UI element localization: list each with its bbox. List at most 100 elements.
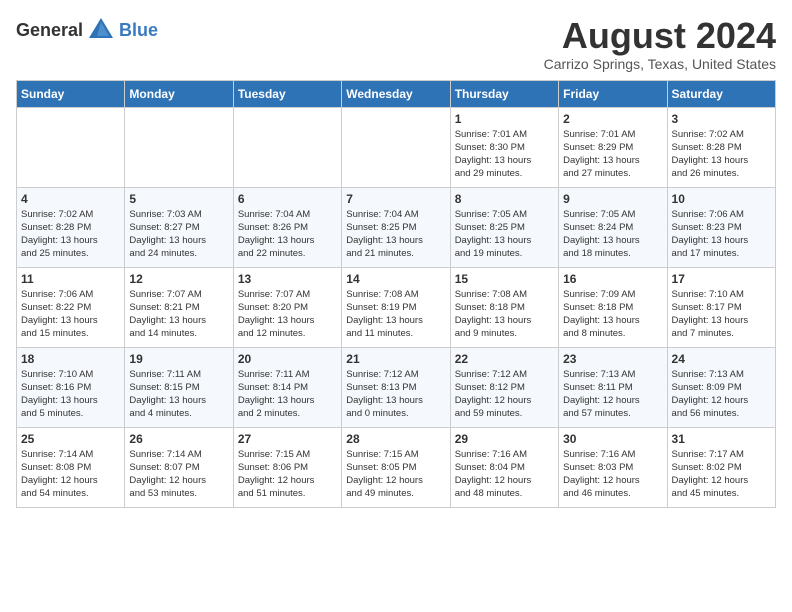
day-number: 12 bbox=[129, 272, 228, 286]
calendar-cell: 18Sunrise: 7:10 AM Sunset: 8:16 PM Dayli… bbox=[17, 347, 125, 427]
calendar-cell: 17 Sunrise: 7:10 AM Sunset: 8:17 PM Dayli… bbox=[667, 267, 775, 347]
calendar-cell: 7 Sunrise: 7:04 AM Sunset: 8:25 PM Daylig… bbox=[342, 187, 450, 267]
header-day: Sunday bbox=[17, 80, 125, 107]
day-number: 13 bbox=[238, 272, 337, 286]
header-day: Friday bbox=[559, 80, 667, 107]
calendar-cell: 1Sunrise: 7:01 AM Sunset: 8:30 PM Daylig… bbox=[450, 107, 558, 187]
day-number: 28 bbox=[346, 432, 445, 446]
day-info: Sunrise: 7:16 AM Sunset: 8:03 PM Dayligh… bbox=[563, 448, 662, 501]
calendar-cell: 14 Sunrise: 7:08 AM Sunset: 8:19 PM Dayli… bbox=[342, 267, 450, 347]
day-info: Sunrise: 7:04 AM Sunset: 8:25 PM Dayligh… bbox=[346, 208, 445, 261]
day-info: Sunrise: 7:05 AM Sunset: 8:25 PM Dayligh… bbox=[455, 208, 554, 261]
calendar-cell: 30 Sunrise: 7:16 AM Sunset: 8:03 PM Dayli… bbox=[559, 427, 667, 507]
day-number: 18 bbox=[21, 352, 120, 366]
calendar-cell: 16Sunrise: 7:09 AM Sunset: 8:18 PM Dayli… bbox=[559, 267, 667, 347]
header-day: Monday bbox=[125, 80, 233, 107]
calendar-table: SundayMondayTuesdayWednesdayThursdayFrid… bbox=[16, 80, 776, 508]
calendar-cell: 23Sunrise: 7:13 AM Sunset: 8:11 PM Dayli… bbox=[559, 347, 667, 427]
calendar-row: 4Sunrise: 7:02 AM Sunset: 8:28 PM Daylig… bbox=[17, 187, 776, 267]
calendar-cell: 27Sunrise: 7:15 AM Sunset: 8:06 PM Dayli… bbox=[233, 427, 341, 507]
day-info: Sunrise: 7:12 AM Sunset: 8:13 PM Dayligh… bbox=[346, 368, 445, 421]
day-info: Sunrise: 7:07 AM Sunset: 8:20 PM Dayligh… bbox=[238, 288, 337, 341]
header-day: Tuesday bbox=[233, 80, 341, 107]
page-title: August 2024 bbox=[544, 16, 776, 56]
day-number: 2 bbox=[563, 112, 662, 126]
header-day: Wednesday bbox=[342, 80, 450, 107]
calendar-cell: 15 Sunrise: 7:08 AM Sunset: 8:18 PM Dayli… bbox=[450, 267, 558, 347]
day-info: Sunrise: 7:12 AM Sunset: 8:12 PM Dayligh… bbox=[455, 368, 554, 421]
calendar-cell bbox=[125, 107, 233, 187]
day-info: Sunrise: 7:01 AM Sunset: 8:29 PM Dayligh… bbox=[563, 128, 662, 181]
header-row: SundayMondayTuesdayWednesdayThursdayFrid… bbox=[17, 80, 776, 107]
calendar-cell bbox=[233, 107, 341, 187]
day-info: Sunrise: 7:02 AM Sunset: 8:28 PM Dayligh… bbox=[672, 128, 771, 181]
logo-blue-text: Blue bbox=[119, 20, 158, 41]
day-info: Sunrise: 7:01 AM Sunset: 8:30 PM Dayligh… bbox=[455, 128, 554, 181]
day-info: Sunrise: 7:04 AM Sunset: 8:26 PM Dayligh… bbox=[238, 208, 337, 261]
calendar-cell: 4Sunrise: 7:02 AM Sunset: 8:28 PM Daylig… bbox=[17, 187, 125, 267]
calendar-cell: 28 Sunrise: 7:15 AM Sunset: 8:05 PM Dayli… bbox=[342, 427, 450, 507]
day-number: 26 bbox=[129, 432, 228, 446]
day-info: Sunrise: 7:15 AM Sunset: 8:05 PM Dayligh… bbox=[346, 448, 445, 501]
calendar-cell: 13 Sunrise: 7:07 AM Sunset: 8:20 PM Dayli… bbox=[233, 267, 341, 347]
day-info: Sunrise: 7:14 AM Sunset: 8:08 PM Dayligh… bbox=[21, 448, 120, 501]
calendar-row: 11 Sunrise: 7:06 AM Sunset: 8:22 PM Dayli… bbox=[17, 267, 776, 347]
day-info: Sunrise: 7:03 AM Sunset: 8:27 PM Dayligh… bbox=[129, 208, 228, 261]
day-number: 10 bbox=[672, 192, 771, 206]
day-number: 5 bbox=[129, 192, 228, 206]
day-info: Sunrise: 7:10 AM Sunset: 8:17 PM Dayligh… bbox=[672, 288, 771, 341]
day-info: Sunrise: 7:05 AM Sunset: 8:24 PM Dayligh… bbox=[563, 208, 662, 261]
day-number: 24 bbox=[672, 352, 771, 366]
calendar-cell: 29Sunrise: 7:16 AM Sunset: 8:04 PM Dayli… bbox=[450, 427, 558, 507]
calendar-header: SundayMondayTuesdayWednesdayThursdayFrid… bbox=[17, 80, 776, 107]
day-info: Sunrise: 7:08 AM Sunset: 8:19 PM Dayligh… bbox=[346, 288, 445, 341]
day-number: 7 bbox=[346, 192, 445, 206]
header: General Blue August 2024 Carrizo Springs… bbox=[16, 16, 776, 72]
day-info: Sunrise: 7:17 AM Sunset: 8:02 PM Dayligh… bbox=[672, 448, 771, 501]
calendar-cell bbox=[17, 107, 125, 187]
header-day: Thursday bbox=[450, 80, 558, 107]
day-number: 25 bbox=[21, 432, 120, 446]
logo-icon bbox=[87, 16, 115, 44]
calendar-cell: 5 Sunrise: 7:03 AM Sunset: 8:27 PM Daylig… bbox=[125, 187, 233, 267]
calendar-cell: 11 Sunrise: 7:06 AM Sunset: 8:22 PM Dayli… bbox=[17, 267, 125, 347]
day-number: 17 bbox=[672, 272, 771, 286]
day-number: 16 bbox=[563, 272, 662, 286]
day-number: 21 bbox=[346, 352, 445, 366]
day-number: 27 bbox=[238, 432, 337, 446]
day-number: 15 bbox=[455, 272, 554, 286]
title-area: August 2024 Carrizo Springs, Texas, Unit… bbox=[544, 16, 776, 72]
day-number: 31 bbox=[672, 432, 771, 446]
day-info: Sunrise: 7:06 AM Sunset: 8:22 PM Dayligh… bbox=[21, 288, 120, 341]
calendar-cell: 3Sunrise: 7:02 AM Sunset: 8:28 PM Daylig… bbox=[667, 107, 775, 187]
day-number: 6 bbox=[238, 192, 337, 206]
calendar-cell: 31 Sunrise: 7:17 AM Sunset: 8:02 PM Dayli… bbox=[667, 427, 775, 507]
day-info: Sunrise: 7:02 AM Sunset: 8:28 PM Dayligh… bbox=[21, 208, 120, 261]
calendar-cell: 20 Sunrise: 7:11 AM Sunset: 8:14 PM Dayli… bbox=[233, 347, 341, 427]
day-info: Sunrise: 7:13 AM Sunset: 8:11 PM Dayligh… bbox=[563, 368, 662, 421]
day-info: Sunrise: 7:14 AM Sunset: 8:07 PM Dayligh… bbox=[129, 448, 228, 501]
day-info: Sunrise: 7:11 AM Sunset: 8:15 PM Dayligh… bbox=[129, 368, 228, 421]
calendar-row: 25 Sunrise: 7:14 AM Sunset: 8:08 PM Dayli… bbox=[17, 427, 776, 507]
day-number: 22 bbox=[455, 352, 554, 366]
day-number: 14 bbox=[346, 272, 445, 286]
calendar-row: 1Sunrise: 7:01 AM Sunset: 8:30 PM Daylig… bbox=[17, 107, 776, 187]
logo-general-text: General bbox=[16, 20, 83, 41]
day-number: 30 bbox=[563, 432, 662, 446]
day-info: Sunrise: 7:08 AM Sunset: 8:18 PM Dayligh… bbox=[455, 288, 554, 341]
day-number: 20 bbox=[238, 352, 337, 366]
day-number: 9 bbox=[563, 192, 662, 206]
calendar-cell: 26 Sunrise: 7:14 AM Sunset: 8:07 PM Dayli… bbox=[125, 427, 233, 507]
header-day: Saturday bbox=[667, 80, 775, 107]
day-info: Sunrise: 7:11 AM Sunset: 8:14 PM Dayligh… bbox=[238, 368, 337, 421]
calendar-cell: 22 Sunrise: 7:12 AM Sunset: 8:12 PM Dayli… bbox=[450, 347, 558, 427]
calendar-cell: 25 Sunrise: 7:14 AM Sunset: 8:08 PM Dayli… bbox=[17, 427, 125, 507]
calendar-cell: 10Sunrise: 7:06 AM Sunset: 8:23 PM Dayli… bbox=[667, 187, 775, 267]
day-number: 11 bbox=[21, 272, 120, 286]
day-info: Sunrise: 7:07 AM Sunset: 8:21 PM Dayligh… bbox=[129, 288, 228, 341]
calendar-cell: 24Sunrise: 7:13 AM Sunset: 8:09 PM Dayli… bbox=[667, 347, 775, 427]
calendar-cell: 21 Sunrise: 7:12 AM Sunset: 8:13 PM Dayli… bbox=[342, 347, 450, 427]
calendar-cell: 12 Sunrise: 7:07 AM Sunset: 8:21 PM Dayli… bbox=[125, 267, 233, 347]
calendar-cell: 6 Sunrise: 7:04 AM Sunset: 8:26 PM Daylig… bbox=[233, 187, 341, 267]
calendar-body: 1Sunrise: 7:01 AM Sunset: 8:30 PM Daylig… bbox=[17, 107, 776, 507]
